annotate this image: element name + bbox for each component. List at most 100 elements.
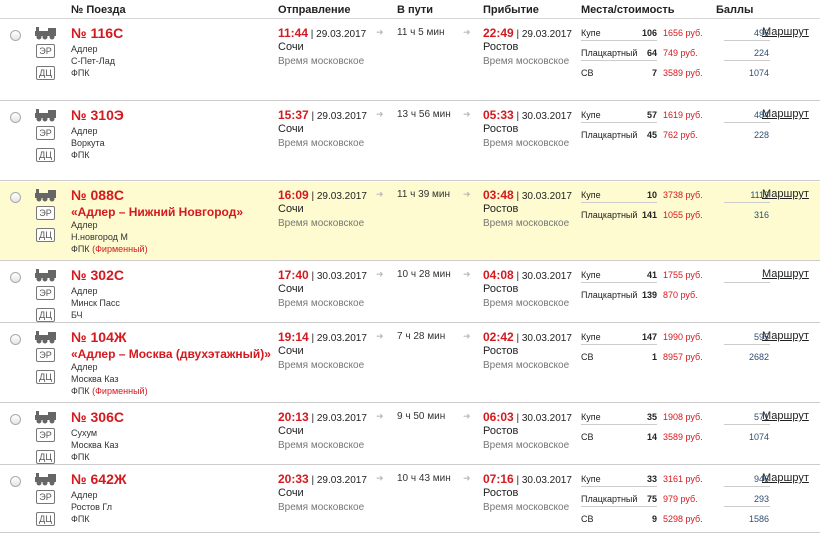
seat-count: 57 xyxy=(646,110,657,120)
train-destination: С-Пет-Лад xyxy=(71,56,115,66)
arrival-date: | 30.03.2017 xyxy=(513,475,572,486)
route-link[interactable]: Маршрут xyxy=(762,330,809,342)
departure-timezone: Время московское xyxy=(278,440,365,451)
er-badge-icon: ЭР xyxy=(36,428,55,442)
departure-time: 20:33 xyxy=(278,472,309,486)
train-destination: Ростов Гл xyxy=(71,502,113,512)
select-radio[interactable] xyxy=(10,272,21,283)
seat-option[interactable]: СВ 9 5298 руб. 1586 xyxy=(581,511,816,527)
seat-price: 1055 руб. xyxy=(663,210,703,220)
dc-badge-icon: ДЦ xyxy=(36,450,55,464)
arrival-timezone: Время московское xyxy=(483,56,570,67)
train-row[interactable]: ЭР ДЦ № 306С Сухум Москва Каз ФПК 20:13 | 29.0… xyxy=(0,404,820,465)
arrival: 06:03 | 30.03.2017 xyxy=(483,410,572,424)
seat-price: 1990 руб. xyxy=(663,332,703,342)
train-origin: Адлер xyxy=(71,286,98,296)
seat-option[interactable]: СВ 7 3589 руб. 1074 xyxy=(581,65,816,81)
seat-option[interactable]: Плацкартный 45 762 руб. 228 xyxy=(581,127,816,143)
seat-price: 749 руб. xyxy=(663,48,698,58)
arrival-time: 04:08 xyxy=(483,268,514,282)
points-divider xyxy=(724,424,770,425)
seat-count: 41 xyxy=(646,270,657,280)
dc-badge-icon: ДЦ xyxy=(36,228,55,242)
departure: 17:40 | 30.03.2017 xyxy=(278,268,367,282)
route-link[interactable]: Маршрут xyxy=(762,268,809,280)
train-name: «Адлер – Нижний Новгород» xyxy=(71,205,243,219)
arrival: 03:48 | 30.03.2017 xyxy=(483,188,572,202)
er-badge-icon: ЭР xyxy=(36,126,55,140)
seat-divider xyxy=(581,60,657,61)
route-link[interactable]: Маршрут xyxy=(762,472,809,484)
train-carrier: ФПК (Фирменный) xyxy=(71,386,148,396)
train-carrier: ФПК (Фирменный) xyxy=(71,244,148,254)
train-origin: Адлер xyxy=(71,126,98,136)
arrow-right-icon: ➜ xyxy=(376,189,384,199)
train-carrier: ФПК xyxy=(71,150,90,160)
seat-option[interactable]: Плацкартный 141 1055 руб. 316 xyxy=(581,207,816,223)
select-radio[interactable] xyxy=(10,334,21,345)
arrival-station: Ростов xyxy=(483,203,519,215)
seat-option[interactable]: Плацкартный 139 870 руб. xyxy=(581,287,816,303)
seat-count: 7 xyxy=(651,68,657,78)
select-radio[interactable] xyxy=(10,192,21,203)
select-radio[interactable] xyxy=(10,112,21,123)
departure-station: Сочи xyxy=(278,487,304,499)
select-radio[interactable] xyxy=(10,476,21,487)
arrival: 05:33 | 30.03.2017 xyxy=(483,108,572,122)
seat-divider xyxy=(581,40,657,41)
route-link[interactable]: Маршрут xyxy=(762,26,809,38)
train-row[interactable]: ЭР ДЦ № 642Ж Адлер Ростов Гл ФПК 20:33 | 29.03… xyxy=(0,466,820,533)
locomotive-icon xyxy=(35,188,57,202)
arrival-time: 22:49 xyxy=(483,26,514,40)
arrival-time: 02:42 xyxy=(483,330,514,344)
route-link[interactable]: Маршрут xyxy=(762,188,809,200)
route-link[interactable]: Маршрут xyxy=(762,108,809,120)
departure: 11:44 | 29.03.2017 xyxy=(278,26,366,40)
arrival-time: 03:48 xyxy=(483,188,514,202)
departure-date: | 29.03.2017 xyxy=(308,413,367,424)
er-badge-icon: ЭР xyxy=(36,44,55,58)
arrival-station: Ростов xyxy=(483,345,519,357)
seat-divider xyxy=(581,486,657,487)
train-row[interactable]: ЭР ДЦ № 116С Адлер С-Пет-Лад ФПК 11:44 | 29.03… xyxy=(0,20,820,101)
departure: 15:37 | 29.03.2017 xyxy=(278,108,367,122)
train-number: № 302С xyxy=(71,267,124,283)
seat-count: 139 xyxy=(641,290,657,300)
points-divider xyxy=(724,122,770,123)
seat-option[interactable]: СВ 14 3589 руб. 1074 xyxy=(581,429,816,445)
arrival-date: | 30.03.2017 xyxy=(513,111,572,122)
select-radio[interactable] xyxy=(10,414,21,425)
seat-price: 1908 руб. xyxy=(663,412,703,422)
seat-divider xyxy=(581,282,657,283)
train-row[interactable]: ЭР ДЦ № 302С Адлер Минск Пасс БЧ 17:40 | 30.03… xyxy=(0,262,820,323)
seat-option[interactable]: СВ 1 8957 руб. 2682 xyxy=(581,349,816,365)
seat-option[interactable]: Плацкартный 75 979 руб. 293 xyxy=(581,491,816,507)
arrival-time: 06:03 xyxy=(483,410,514,424)
departure-station: Сочи xyxy=(278,203,304,215)
train-row[interactable]: ЭР ДЦ № 088С «Адлер – Нижний Новгород» Адлер… xyxy=(0,182,820,261)
select-radio[interactable] xyxy=(10,30,21,41)
train-carrier: БЧ xyxy=(71,310,83,320)
train-number: № 104Ж xyxy=(71,329,127,345)
arrow-right-icon: ➜ xyxy=(376,27,384,37)
departure-timezone: Время московское xyxy=(278,298,365,309)
points-divider xyxy=(724,202,770,203)
arrow-right-icon: ➜ xyxy=(376,331,384,341)
points-divider xyxy=(724,344,770,345)
arrival-date: | 30.03.2017 xyxy=(513,413,572,424)
train-row[interactable]: ЭР ДЦ № 310Э Адлер Воркута ФПК 15:37 | 29.03.2… xyxy=(0,102,820,181)
dc-badge-icon: ДЦ xyxy=(36,370,55,384)
train-row[interactable]: ЭР ДЦ № 104Ж «Адлер – Москва (двухэтажный)»… xyxy=(0,324,820,403)
route-link[interactable]: Маршрут xyxy=(762,410,809,422)
departure-time: 15:37 xyxy=(278,108,309,122)
arrival-timezone: Время московское xyxy=(483,502,570,513)
arrival-timezone: Время московское xyxy=(483,360,570,371)
train-destination: Москва Каз xyxy=(71,440,119,450)
train-origin: Сухум xyxy=(71,428,98,438)
seat-price: 979 руб. xyxy=(663,494,698,504)
seat-option[interactable]: Плацкартный 64 749 руб. 224 xyxy=(581,45,816,61)
locomotive-icon xyxy=(35,330,57,344)
points-divider xyxy=(724,282,770,283)
seat-price: 5298 руб. xyxy=(663,514,703,524)
arrival-timezone: Время московское xyxy=(483,298,570,309)
